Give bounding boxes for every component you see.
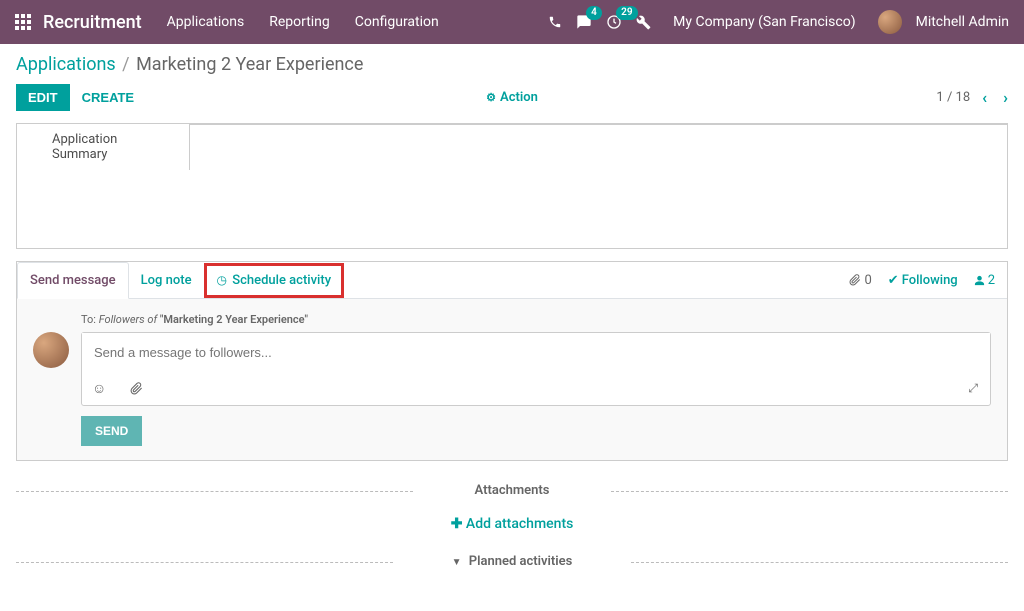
clock-icon: ◷ bbox=[217, 273, 227, 287]
breadcrumb: Applications / Marketing 2 Year Experien… bbox=[0, 44, 1024, 80]
chat-icon[interactable]: 4 bbox=[576, 14, 592, 30]
user-name[interactable]: Mitchell Admin bbox=[916, 14, 1009, 30]
pager-text: 1 / 18 bbox=[936, 90, 970, 105]
tab-schedule-activity[interactable]: ◷ Schedule activity bbox=[204, 263, 345, 298]
summary-field bbox=[189, 124, 1007, 170]
app-title[interactable]: Recruitment bbox=[43, 12, 142, 33]
company-selector[interactable]: My Company (San Francisco) bbox=[673, 14, 855, 30]
chatter-tabs: Send message Log note ◷ Schedule activit… bbox=[17, 262, 1007, 299]
to-prefix: To: bbox=[81, 313, 96, 326]
attach-count-value: 0 bbox=[864, 273, 871, 288]
summary-label: Application Summary bbox=[17, 124, 189, 170]
create-button[interactable]: CREATE bbox=[82, 90, 134, 105]
plus-icon: ✚ bbox=[451, 516, 463, 532]
compose-avatar bbox=[33, 332, 69, 368]
nav-right: 4 29 My Company (San Francisco) Mitchell… bbox=[548, 10, 1009, 34]
message-input[interactable] bbox=[82, 333, 990, 372]
add-attachments-button[interactable]: ✚ Add attachments bbox=[16, 516, 1008, 532]
planned-label: Planned activities bbox=[469, 554, 573, 569]
person-icon bbox=[974, 275, 985, 286]
content-area[interactable]: Application Summary Send message Log not… bbox=[0, 121, 1024, 601]
action-label: Action bbox=[500, 90, 538, 105]
attachment-count[interactable]: 0 bbox=[849, 273, 871, 288]
compose-box: ☺ ⤢ bbox=[81, 332, 991, 406]
follower-count-value: 2 bbox=[988, 273, 995, 288]
to-line: To: Followers of "Marketing 2 Year Exper… bbox=[81, 313, 991, 326]
breadcrumb-sep: / bbox=[122, 54, 129, 75]
following-label: Following bbox=[902, 273, 958, 288]
edit-button[interactable]: EDIT bbox=[16, 84, 70, 111]
followers-count[interactable]: 2 bbox=[974, 273, 995, 288]
nav-menu: Applications Reporting Configuration bbox=[167, 14, 439, 30]
following-button[interactable]: ✔ Following bbox=[888, 273, 958, 288]
tab-send-message[interactable]: Send message bbox=[17, 262, 129, 299]
chat-badge: 4 bbox=[586, 6, 602, 20]
breadcrumb-current: Marketing 2 Year Experience bbox=[136, 54, 363, 75]
attachments-heading: Attachments bbox=[16, 483, 1008, 498]
send-button[interactable]: SEND bbox=[81, 416, 142, 446]
menu-applications[interactable]: Applications bbox=[167, 14, 245, 30]
check-icon: ✔ bbox=[888, 273, 899, 288]
user-avatar[interactable] bbox=[878, 10, 902, 34]
control-bar: EDIT CREATE ⚙ Action 1 / 18 ‹ › bbox=[0, 80, 1024, 121]
menu-configuration[interactable]: Configuration bbox=[355, 14, 439, 30]
attach-icon[interactable] bbox=[130, 382, 143, 395]
pager: 1 / 18 ‹ › bbox=[936, 88, 1008, 107]
to-record: "Marketing 2 Year Experience" bbox=[160, 313, 308, 326]
activity-icon[interactable]: 29 bbox=[606, 14, 622, 30]
action-menu[interactable]: ⚙ Action bbox=[486, 90, 538, 105]
add-attachments-label: Add attachments bbox=[466, 516, 573, 532]
chatter: Send message Log note ◷ Schedule activit… bbox=[16, 261, 1008, 461]
menu-reporting[interactable]: Reporting bbox=[269, 14, 330, 30]
caret-down-icon: ▼ bbox=[452, 557, 462, 568]
to-followers: Followers of bbox=[99, 313, 157, 326]
phone-icon[interactable] bbox=[548, 15, 562, 29]
wrench-icon[interactable] bbox=[636, 15, 651, 30]
compose-toolbar: ☺ ⤢ bbox=[82, 372, 990, 405]
planned-activities-heading[interactable]: ▼ Planned activities bbox=[16, 554, 1008, 569]
pager-prev-icon[interactable]: ‹ bbox=[982, 88, 987, 107]
emoji-icon[interactable]: ☺ bbox=[92, 380, 106, 397]
compose-area: To: Followers of "Marketing 2 Year Exper… bbox=[17, 299, 1007, 460]
pager-next-icon[interactable]: › bbox=[1003, 88, 1008, 107]
paperclip-icon bbox=[849, 274, 861, 286]
tab-schedule-label: Schedule activity bbox=[232, 273, 331, 288]
tab-log-note[interactable]: Log note bbox=[129, 263, 204, 298]
gear-icon: ⚙ bbox=[486, 91, 496, 104]
activity-badge: 29 bbox=[616, 6, 637, 20]
apps-icon[interactable] bbox=[15, 14, 31, 30]
breadcrumb-parent[interactable]: Applications bbox=[16, 54, 116, 75]
expand-icon[interactable]: ⤢ bbox=[968, 381, 978, 396]
form-sheet: Application Summary bbox=[16, 123, 1008, 249]
top-nav: Recruitment Applications Reporting Confi… bbox=[0, 0, 1024, 44]
